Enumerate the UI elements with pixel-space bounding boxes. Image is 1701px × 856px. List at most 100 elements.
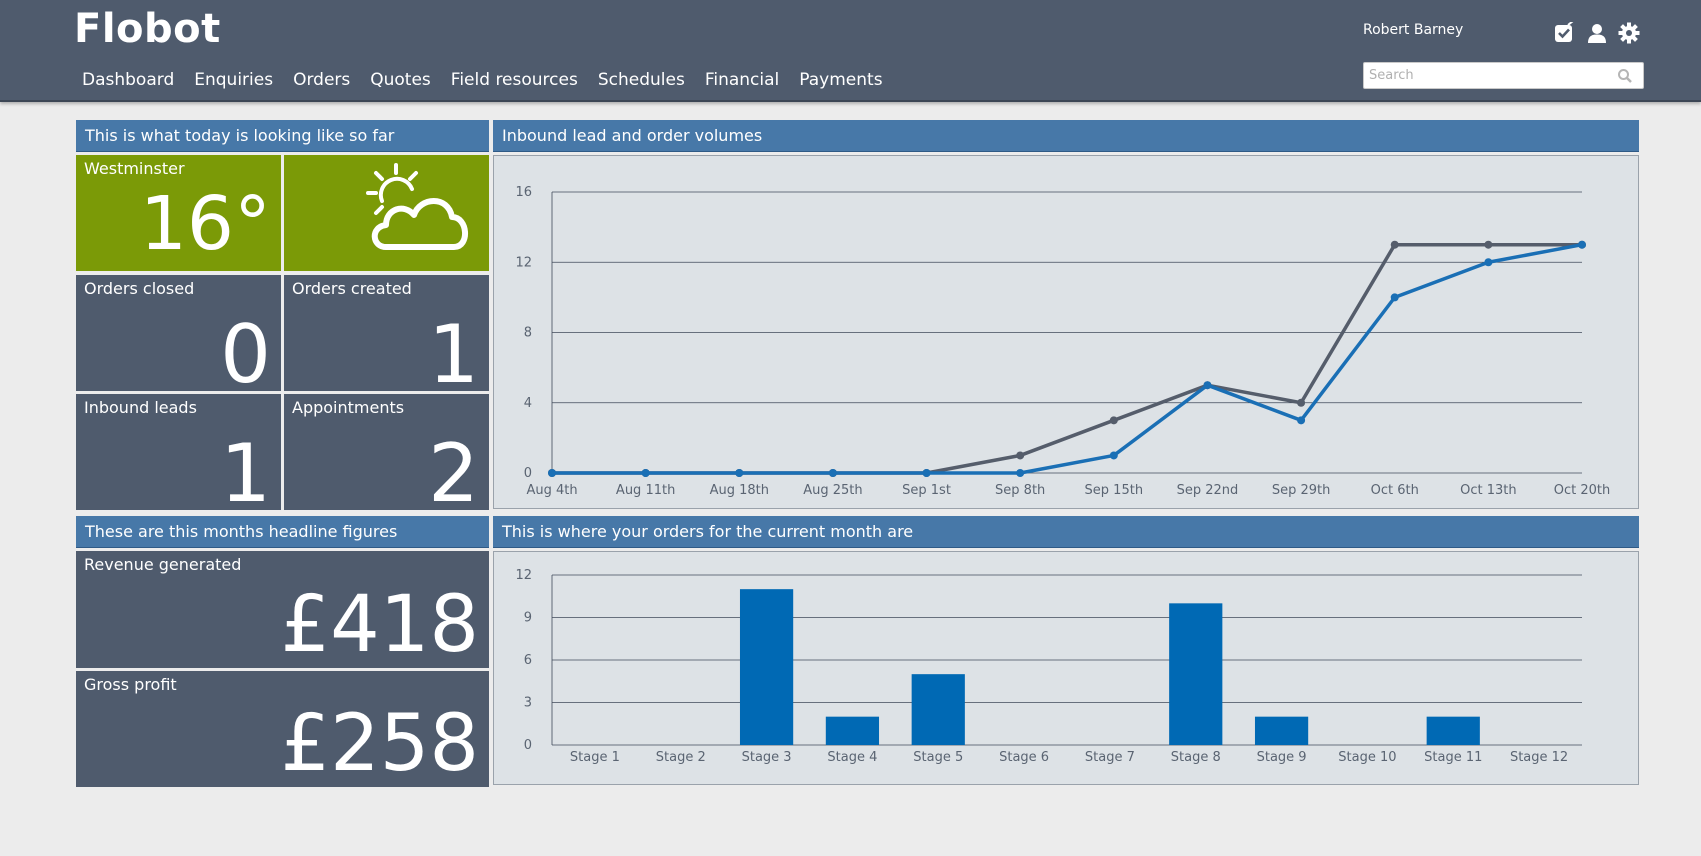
line-chart-y-tick: 4: [524, 396, 532, 411]
bar-chart-x-tick: Stage 8: [1171, 750, 1221, 765]
bar-chart-x-tick: Stage 7: [1085, 750, 1135, 765]
search-icon[interactable]: [1617, 68, 1633, 84]
line-chart-point: [1297, 398, 1306, 407]
nav-enquiries[interactable]: Enquiries: [194, 70, 273, 90]
bar-chart-x-tick: Stage 11: [1424, 750, 1482, 765]
orders-closed-value: 0: [220, 308, 271, 401]
orders-created-label: Orders created: [292, 279, 412, 298]
appointments-value: 2: [428, 427, 479, 520]
line-chart-point: [1484, 240, 1493, 249]
nav-field-resources[interactable]: Field resources: [451, 70, 578, 90]
nav-payments[interactable]: Payments: [799, 70, 882, 90]
line-chart-point: [1297, 416, 1306, 425]
bar-chart-x-tick: Stage 6: [999, 750, 1049, 765]
main-nav: Dashboard Enquiries Orders Quotes Field …: [82, 70, 903, 90]
top-header: Flobot Dashboard Enquiries Orders Quotes…: [0, 0, 1701, 102]
weather-icon-tile: [284, 155, 489, 271]
line-chart-point: [1109, 451, 1118, 460]
line-chart-x-tick: Aug 11th: [616, 483, 675, 498]
nav-quotes[interactable]: Quotes: [370, 70, 431, 90]
bar-chart-bar: [1254, 716, 1309, 745]
weather-temperature: 16°: [139, 181, 271, 267]
line-chart-panel: 0 4 8 12 16 Aug 4th Aug 11th Aug 18th Aug 25th Se…: [493, 155, 1639, 509]
user-profile-icon[interactable]: [1586, 22, 1608, 44]
line-chart-x-tick: Aug 4th: [526, 483, 577, 498]
line-chart-x-tick: Oct 20th: [1554, 483, 1611, 498]
app-logo[interactable]: Flobot: [74, 6, 221, 52]
line-chart-y-tick: 16: [515, 185, 532, 200]
nav-schedules[interactable]: Schedules: [598, 70, 685, 90]
line-chart-heading: Inbound lead and order volumes: [493, 120, 1639, 152]
weather-tile: Westminster 16°: [76, 155, 281, 271]
line-chart-x-tick: Sep 1st: [902, 483, 951, 498]
user-name[interactable]: Robert Barney: [1363, 22, 1463, 38]
line-chart-point: [548, 469, 556, 477]
orders-closed-tile[interactable]: Orders closed 0: [76, 275, 281, 395]
line-chart: 0 4 8 12 16 Aug 4th Aug 11th Aug 18th Aug 25th Se…: [515, 185, 1611, 498]
line-chart-x-tick: Sep 8th: [995, 483, 1045, 498]
line-chart-x-tick: Sep 29th: [1272, 483, 1331, 498]
revenue-label: Revenue generated: [84, 555, 242, 574]
line-chart-point: [1203, 381, 1212, 390]
line-chart-point: [1484, 258, 1493, 267]
bar-chart-bar: [1426, 716, 1480, 745]
bar-chart-heading: This is where your orders for the curren…: [493, 516, 1639, 548]
bar-chart-x-tick: Stage 4: [827, 750, 877, 765]
partly-cloudy-icon: [364, 163, 474, 263]
bar-chart-bar: [739, 589, 794, 745]
bar-chart-x-tick: Stage 2: [656, 750, 706, 765]
line-chart-x-tick: Aug 25th: [803, 483, 862, 498]
nav-financial[interactable]: Financial: [705, 70, 779, 90]
bar-chart-x-tick: Stage 5: [913, 750, 963, 765]
line-chart-y-tick: 0: [524, 466, 532, 481]
search-input[interactable]: [1364, 63, 1604, 88]
nav-orders[interactable]: Orders: [293, 70, 350, 90]
line-chart-y-tick: 8: [524, 326, 532, 341]
search-box: [1363, 62, 1644, 89]
bar-chart-y-tick: 9: [524, 611, 532, 626]
line-chart-x-tick: Oct 6th: [1371, 483, 1419, 498]
bar-chart-x-tick: Stage 10: [1338, 750, 1396, 765]
today-heading: This is what today is looking like so fa…: [76, 120, 489, 152]
bar-chart-y-tick: 12: [515, 568, 532, 583]
tasks-checkbox-icon[interactable]: [1553, 20, 1575, 44]
line-chart-x-tick: Sep 22nd: [1177, 483, 1239, 498]
gross-profit-label: Gross profit: [84, 675, 177, 694]
settings-gear-icon[interactable]: [1618, 22, 1640, 44]
line-chart-point: [1016, 469, 1025, 477]
orders-created-value: 1: [428, 308, 479, 401]
bar-chart-bar: [1169, 603, 1223, 745]
revenue-value: £418: [280, 580, 479, 670]
bar-chart-y-tick: 0: [524, 738, 532, 753]
gross-profit-tile[interactable]: Gross profit £258: [76, 671, 489, 787]
bar-chart-x-tick: Stage 1: [570, 750, 620, 765]
bar-chart-bar: [911, 674, 965, 745]
line-chart-point: [1109, 416, 1118, 425]
weather-location: Westminster: [84, 159, 185, 178]
bar-chart-panel: 0 3 6 9 12 Stage 1 Stage 2 Stage 3 Stage 4 Stage …: [493, 551, 1639, 785]
line-chart-point: [1578, 240, 1586, 249]
line-chart-point: [1016, 451, 1025, 460]
gross-profit-value: £258: [280, 699, 479, 789]
bar-chart-y-tick: 6: [524, 653, 532, 668]
inbound-leads-tile[interactable]: Inbound leads 1: [76, 394, 281, 514]
appointments-tile[interactable]: Appointments 2: [284, 394, 489, 514]
inbound-leads-value: 1: [220, 427, 271, 520]
bar-chart-x-tick: Stage 12: [1510, 750, 1568, 765]
line-chart-point: [922, 469, 931, 477]
line-chart-series-1: [552, 242, 1582, 475]
line-chart-x-tick: Sep 15th: [1085, 483, 1144, 498]
bar-chart-y-tick: 3: [524, 696, 532, 711]
month-heading: These are this months headline figures: [76, 516, 489, 548]
line-chart-x-tick: Aug 18th: [710, 483, 769, 498]
appointments-label: Appointments: [292, 398, 405, 417]
bar-chart-x-tick: Stage 3: [742, 750, 792, 765]
line-chart-point: [828, 469, 837, 477]
nav-dashboard[interactable]: Dashboard: [82, 70, 174, 90]
line-chart-point: [735, 469, 744, 477]
inbound-leads-label: Inbound leads: [84, 398, 197, 417]
revenue-tile[interactable]: Revenue generated £418: [76, 551, 489, 668]
orders-created-tile[interactable]: Orders created 1: [284, 275, 489, 395]
orders-closed-label: Orders closed: [84, 279, 195, 298]
line-chart-y-tick: 12: [515, 255, 532, 270]
